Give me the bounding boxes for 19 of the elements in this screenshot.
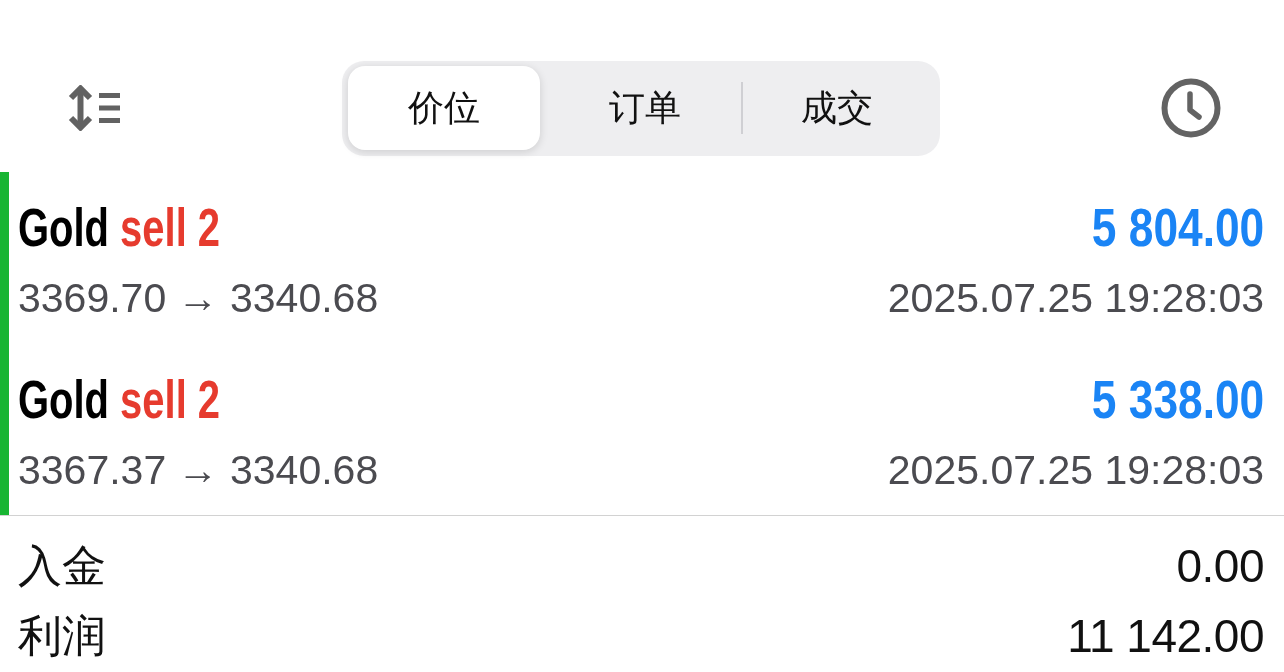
segment-tab[interactable]: 订单 (548, 66, 741, 150)
deal-prices: 3367.37 → 3340.68 (18, 445, 379, 494)
summary-label: 入金 (18, 540, 106, 592)
deal-profit: 5 338.00 (1091, 368, 1264, 429)
deal-profit: 5 804.00 (1091, 197, 1264, 257)
deal-time: 2025.07.25 19:28:03 (887, 445, 1264, 494)
deal-time: 2025.07.25 19:28:03 (887, 274, 1264, 322)
summary-value: 0.00 (1176, 540, 1264, 592)
summary-value: 11 142.00 (1067, 610, 1264, 662)
deal-action: sell 2 (120, 197, 221, 257)
segment-tab[interactable]: 价位 (347, 66, 541, 150)
deal-symbol: Gold (18, 197, 109, 257)
clock-icon[interactable] (1161, 78, 1221, 138)
deal-action: sell 2 (120, 368, 221, 429)
deal-symbol: Gold (18, 368, 109, 429)
sort-icon[interactable] (68, 85, 120, 131)
summary-label: 利润 (18, 610, 106, 662)
segment-tab[interactable]: 成交 (740, 66, 934, 150)
deal-prices: 3369.70 → 3340.68 (18, 274, 379, 322)
